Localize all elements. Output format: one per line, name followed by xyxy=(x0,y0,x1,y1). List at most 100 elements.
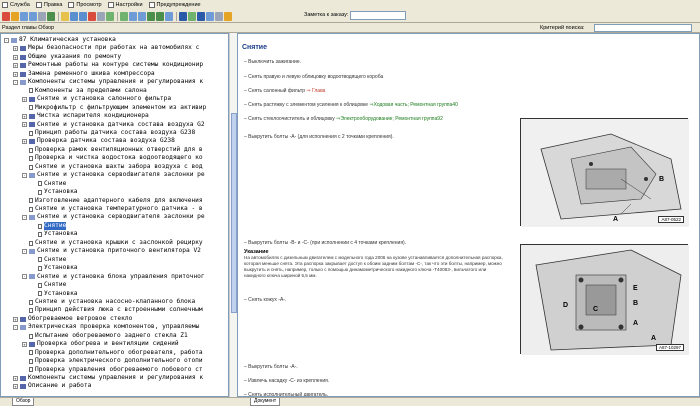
tree-item[interactable]: Микрофильтр с фильтрующим элементом из а… xyxy=(1,104,206,113)
tree-item[interactable]: Снятие xyxy=(1,221,67,231)
expand-icon[interactable]: + xyxy=(22,341,27,347)
menu-item[interactable]: Настройки xyxy=(107,2,143,8)
tree-item[interactable]: + Проверка датчика состава воздуха G238 xyxy=(1,137,175,146)
toolbar-button[interactable] xyxy=(47,11,55,21)
step-link[interactable]: ⇒Ходовая часть; Ремонтная группа40 xyxy=(368,102,458,108)
expand-icon[interactable]: + xyxy=(22,122,27,128)
order-note-input[interactable] xyxy=(350,11,406,20)
tree-item[interactable]: + Замена ременного шкива компрессора xyxy=(1,70,155,79)
toolbar-button[interactable] xyxy=(188,11,196,21)
toolbar-button[interactable] xyxy=(147,11,155,21)
collapse-icon[interactable]: - xyxy=(13,325,18,331)
figure-1: B A A87-0522 xyxy=(520,118,689,227)
tree-item[interactable]: Установка xyxy=(1,264,78,273)
toolbar-button[interactable] xyxy=(38,11,46,21)
toolbar-button[interactable] xyxy=(88,11,96,21)
expand-icon[interactable]: + xyxy=(13,71,18,77)
menu-item[interactable]: Предупреждение xyxy=(148,2,201,8)
menu-item[interactable]: Служба xyxy=(2,2,30,8)
tree-item[interactable]: + Чистка испарителя кондиционера xyxy=(1,112,149,121)
collapse-icon[interactable]: - xyxy=(22,274,27,280)
tree-item[interactable]: - Электрическая проверка компонентов, упр… xyxy=(1,323,199,332)
tree-item[interactable]: Установка xyxy=(1,188,78,197)
tree-item[interactable]: Компоненты за пределами салона xyxy=(1,87,147,96)
toolbar-button[interactable] xyxy=(2,11,10,21)
tree-item[interactable]: Снятие xyxy=(1,281,66,290)
tree-item[interactable]: + Меры безопасности при работах на автомо… xyxy=(1,44,199,53)
expand-icon[interactable]: + xyxy=(13,54,18,60)
toolbar-button[interactable] xyxy=(11,11,19,21)
tree-item[interactable]: Установка xyxy=(1,230,78,239)
tree-item[interactable]: Проверка управления обогреваемого лобово… xyxy=(1,366,203,375)
tree-item[interactable]: Снятие xyxy=(1,256,66,265)
expand-icon[interactable]: + xyxy=(13,46,18,52)
toolbar-button[interactable] xyxy=(70,11,78,21)
tab-document[interactable]: Документ xyxy=(250,398,281,406)
toolbar-button[interactable] xyxy=(156,11,164,21)
toolbar-button[interactable] xyxy=(129,11,137,21)
tree-scrollbar[interactable] xyxy=(229,33,237,397)
toolbar-button[interactable] xyxy=(138,11,146,21)
expand-icon[interactable]: + xyxy=(13,316,18,322)
collapse-icon[interactable]: - xyxy=(4,37,9,43)
tree-item[interactable]: Изготовление адаптерного кабеля для вклю… xyxy=(1,197,203,206)
expand-icon[interactable]: + xyxy=(13,63,18,69)
expand-icon[interactable]: + xyxy=(13,384,18,390)
expand-icon[interactable]: + xyxy=(13,375,18,381)
tree-item[interactable]: Снятие и установка крышки с заслонкой ре… xyxy=(1,239,203,248)
toolbar-button[interactable] xyxy=(106,11,114,21)
tree-item[interactable]: - Снятие и установка серводвигателя засло… xyxy=(1,213,205,222)
collapse-icon[interactable]: - xyxy=(22,215,27,221)
tree-item[interactable]: + Описание и работа xyxy=(1,382,91,391)
toolbar-button[interactable] xyxy=(206,11,214,21)
menu-item[interactable]: Просмотр xyxy=(68,2,102,8)
tree-item[interactable]: + Обогреваемое ветровое стекло xyxy=(1,315,132,324)
tree-item-label: Снятие и установка шахты забора воздуха … xyxy=(35,162,203,170)
expand-icon[interactable]: + xyxy=(22,139,27,145)
search-criteria-input[interactable] xyxy=(594,24,692,32)
step-link[interactable]: ⇒Электрооборудование; Ремонтная группа92 xyxy=(335,116,443,122)
tree-item[interactable]: + Ремонтные работы на контуре системы кон… xyxy=(1,61,203,70)
toolbar-button[interactable] xyxy=(79,11,87,21)
tree-item[interactable]: Снятие и установка температурного датчик… xyxy=(1,205,203,214)
tree-item[interactable]: - Компоненты системы управления и регулир… xyxy=(1,78,203,87)
toolbar-button[interactable] xyxy=(20,11,28,21)
tree-item[interactable]: + Снятие и установка салонного фильтра xyxy=(1,95,171,104)
tree-item[interactable]: Проверка и чистка водостока водоотводяще… xyxy=(1,154,203,163)
toolbar-button[interactable] xyxy=(215,11,223,21)
document-icon xyxy=(38,232,42,238)
tree-item[interactable]: Снятие xyxy=(1,180,66,189)
tree-item[interactable]: + Снятие и установка датчика состава возд… xyxy=(1,121,205,130)
toolbar-button[interactable] xyxy=(97,11,105,21)
expand-icon[interactable]: + xyxy=(22,96,27,102)
tree-item[interactable]: Проверка рамок вентиляционных отверстий … xyxy=(1,146,203,155)
collapse-icon[interactable]: - xyxy=(22,249,27,254)
collapse-icon[interactable]: - xyxy=(13,80,18,85)
tree-item[interactable]: - Снятие и установка приточного вентилято… xyxy=(1,247,201,256)
step-link[interactable]: ⇒ Глава xyxy=(305,88,325,94)
toolbar-button[interactable] xyxy=(29,11,37,21)
tree-item[interactable]: Установка xyxy=(1,290,78,299)
collapse-icon[interactable]: - xyxy=(22,172,27,178)
tree-item[interactable]: - Снятие и установка блока управления при… xyxy=(1,273,205,282)
tree-item[interactable]: Принцип действия люка с встроенными солн… xyxy=(1,306,203,315)
tree-item[interactable]: Снятие и установка шахты забора воздуха … xyxy=(1,163,203,172)
tree-item[interactable]: - Снятие и установка сервodвигателя засло… xyxy=(1,171,205,180)
tree-item[interactable]: Принцип работы датчика состава воздуха G… xyxy=(1,129,195,138)
menu-label: Служба xyxy=(10,2,30,8)
tree-item[interactable]: + Проверка обогрева и вентиляции сидений xyxy=(1,340,179,349)
tab-overview[interactable]: Обзор xyxy=(12,398,35,406)
tree-item[interactable]: Проверка электрического дополнительного … xyxy=(1,357,203,366)
menu-item[interactable]: Правка xyxy=(35,2,62,8)
toolbar-button[interactable] xyxy=(61,11,69,21)
toolbar-button[interactable] xyxy=(224,11,232,21)
expand-icon[interactable]: + xyxy=(22,113,27,119)
tree-item[interactable]: Проверка дополнительного обогревателя, р… xyxy=(1,349,203,358)
toolbar-button[interactable] xyxy=(165,11,173,21)
toolbar-button[interactable] xyxy=(120,11,128,21)
toolbar-button[interactable] xyxy=(179,11,187,21)
tree-item[interactable]: Испытание обогреваемого заднего стекла Z… xyxy=(1,332,188,341)
toolbar-button[interactable] xyxy=(197,11,205,21)
